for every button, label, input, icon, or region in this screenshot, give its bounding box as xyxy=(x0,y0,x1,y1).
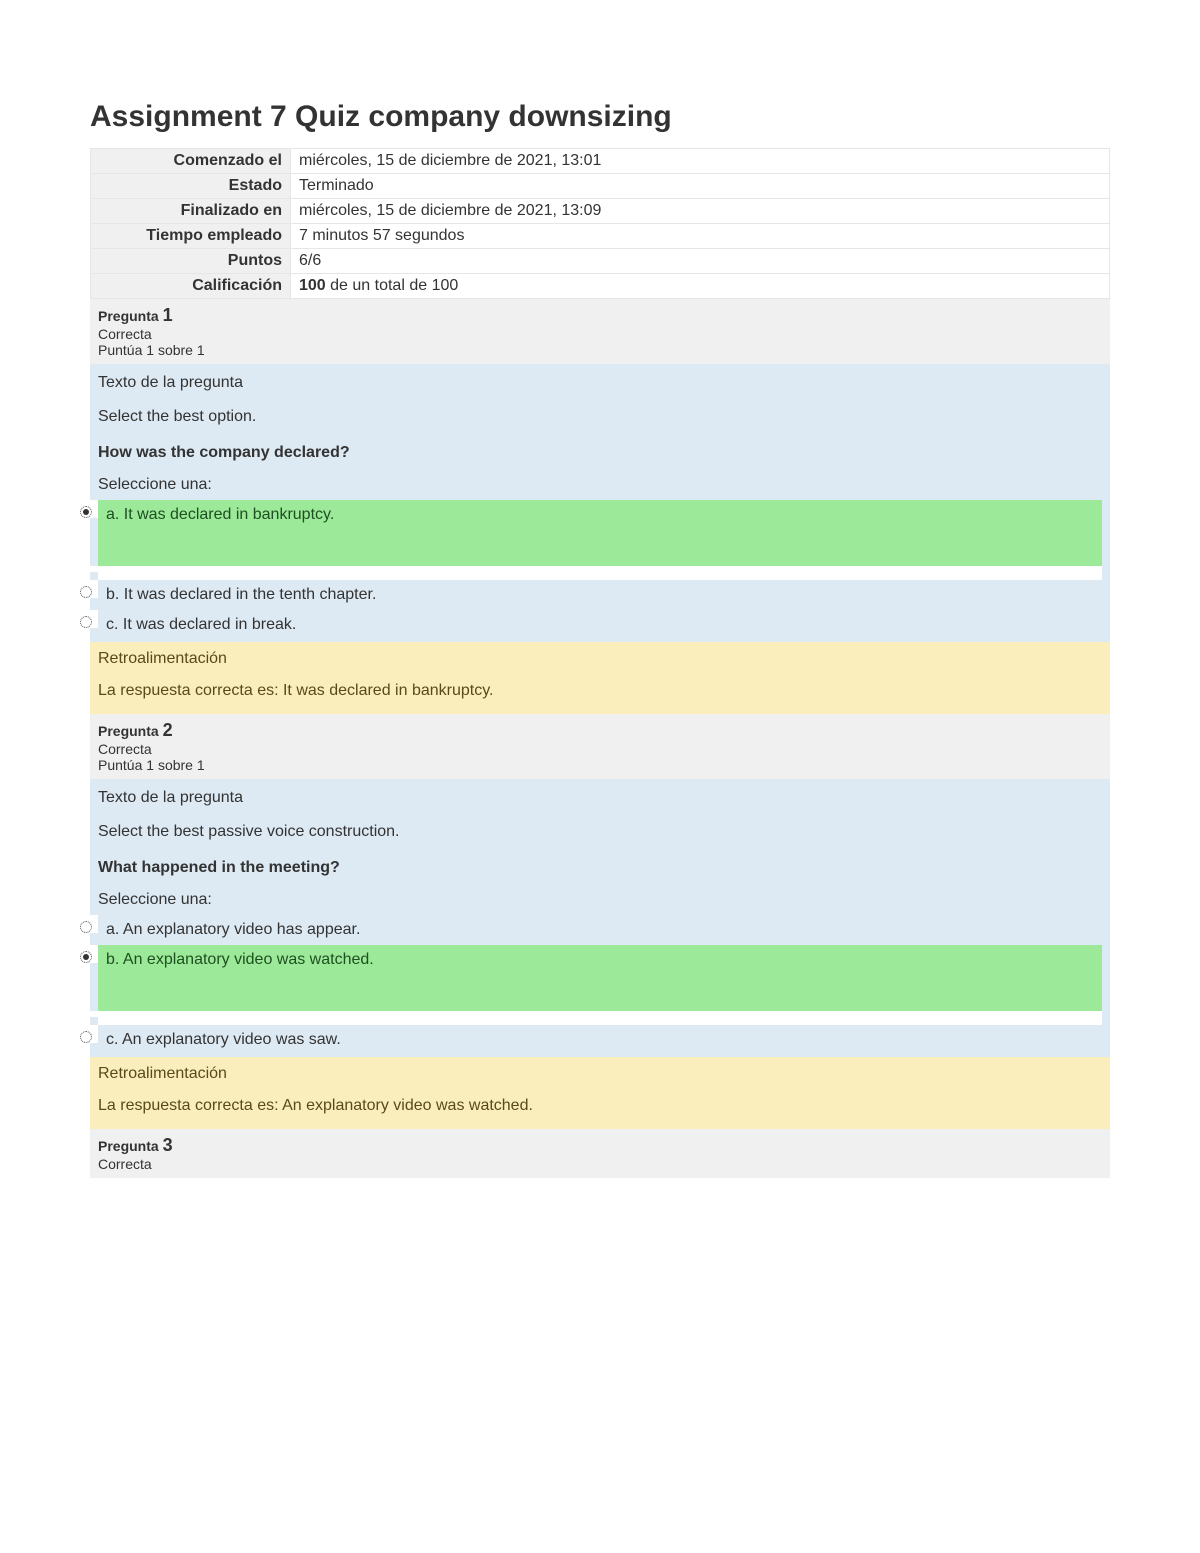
option-text[interactable]: b. An explanatory video was watched. xyxy=(98,945,1102,1011)
options-list: a. An explanatory video has appear.b. An… xyxy=(74,915,1102,1055)
feedback-label: Retroalimentación xyxy=(98,650,1102,668)
question-header: Pregunta 1CorrectaPuntúa 1 sobre 1 xyxy=(90,299,1110,364)
question-score: Puntúa 1 sobre 1 xyxy=(98,757,1102,773)
summary-value: miércoles, 15 de diciembre de 2021, 13:0… xyxy=(291,199,1110,224)
option-text[interactable]: c. It was declared in break. xyxy=(98,610,1102,640)
question-label: Pregunta xyxy=(98,723,159,739)
summary-row: EstadoTerminado xyxy=(91,174,1110,199)
page-title: Assignment 7 Quiz company downsizing xyxy=(90,100,1110,134)
feedback-correct-answer: It was declared in bankruptcy. xyxy=(283,682,493,699)
question-number: 3 xyxy=(163,1135,173,1155)
summary-value: Terminado xyxy=(291,174,1110,199)
feedback-prefix: La respuesta correcta es: xyxy=(98,1097,282,1114)
question-instruction: Select the best option. xyxy=(98,408,1102,426)
question-header: Pregunta 3Correcta xyxy=(90,1129,1110,1178)
question-text-label: Texto de la pregunta xyxy=(98,374,1102,392)
question-prompt: How was the company declared? xyxy=(98,444,1102,462)
radio-cell xyxy=(74,500,98,518)
radio-button[interactable] xyxy=(80,1031,92,1043)
option-row: c. An explanatory video was saw. xyxy=(74,1025,1102,1055)
feedback-answer: La respuesta correcta es: It was declare… xyxy=(98,682,1102,700)
question-block: Pregunta 2CorrectaPuntúa 1 sobre 1Texto … xyxy=(90,714,1110,1129)
summary-row: Calificación100 de un total de 100 xyxy=(91,274,1110,299)
question-status: Correcta xyxy=(98,326,1102,342)
summary-label: Estado xyxy=(91,174,291,199)
summary-label: Tiempo empleado xyxy=(91,224,291,249)
question-status: Correcta xyxy=(98,741,1102,757)
summary-row: Finalizado enmiércoles, 15 de diciembre … xyxy=(91,199,1110,224)
summary-value: miércoles, 15 de diciembre de 2021, 13:0… xyxy=(291,149,1110,174)
radio-cell xyxy=(74,1025,98,1043)
radio-cell xyxy=(74,915,98,933)
option-text[interactable]: b. It was declared in the tenth chapter. xyxy=(98,580,1102,610)
radio-cell xyxy=(74,610,98,628)
question-label: Pregunta xyxy=(98,308,159,324)
feedback-correct-answer: An explanatory video was watched. xyxy=(282,1097,533,1114)
options-list: a. It was declared in bankruptcy. b. It w… xyxy=(74,500,1102,640)
option-row: a. An explanatory video has appear. xyxy=(74,915,1102,945)
option-text[interactable]: c. An explanatory video was saw. xyxy=(98,1025,1102,1055)
question-body: Texto de la pregunta Select the best opti… xyxy=(90,364,1110,642)
feedback-prefix: La respuesta correcta es: xyxy=(98,682,283,699)
radio-button[interactable] xyxy=(80,921,92,933)
summary-label: Finalizado en xyxy=(91,199,291,224)
summary-row: Comenzado elmiércoles, 15 de diciembre d… xyxy=(91,149,1110,174)
feedback-block: Retroalimentación La respuesta correcta e… xyxy=(90,1057,1110,1129)
summary-row: Tiempo empleado7 minutos 57 segundos xyxy=(91,224,1110,249)
question-label: Pregunta xyxy=(98,1138,159,1154)
summary-value-rest: de un total de 100 xyxy=(326,277,459,294)
question-score: Puntúa 1 sobre 1 xyxy=(98,342,1102,358)
option-gap xyxy=(74,1011,1102,1025)
question-instruction: Select the best passive voice constructi… xyxy=(98,823,1102,841)
option-row: b. It was declared in the tenth chapter. xyxy=(74,580,1102,610)
summary-row: Puntos6/6 xyxy=(91,249,1110,274)
select-one-label: Seleccione una: xyxy=(98,891,1102,909)
question-number: 1 xyxy=(163,305,173,325)
option-row: c. It was declared in break. xyxy=(74,610,1102,640)
radio-cell xyxy=(74,945,98,963)
option-text[interactable]: a. It was declared in bankruptcy. xyxy=(98,500,1102,566)
question-prompt: What happened in the meeting? xyxy=(98,859,1102,877)
question-header: Pregunta 2CorrectaPuntúa 1 sobre 1 xyxy=(90,714,1110,779)
option-row: b. An explanatory video was watched. xyxy=(74,945,1102,1011)
feedback-block: Retroalimentación La respuesta correcta e… xyxy=(90,642,1110,714)
question-block: Pregunta 1CorrectaPuntúa 1 sobre 1Texto … xyxy=(90,299,1110,714)
summary-value: 6/6 xyxy=(291,249,1110,274)
radio-button[interactable] xyxy=(80,951,92,963)
option-text[interactable]: a. An explanatory video has appear. xyxy=(98,915,1102,945)
summary-table: Comenzado elmiércoles, 15 de diciembre d… xyxy=(90,148,1110,299)
summary-value: 100 de un total de 100 xyxy=(291,274,1110,299)
select-one-label: Seleccione una: xyxy=(98,476,1102,494)
summary-value-bold: 100 xyxy=(299,277,326,294)
question-status: Correcta xyxy=(98,1156,1102,1172)
question-block: Pregunta 3Correcta xyxy=(90,1129,1110,1178)
question-number: 2 xyxy=(163,720,173,740)
summary-label: Comenzado el xyxy=(91,149,291,174)
question-text-label: Texto de la pregunta xyxy=(98,789,1102,807)
question-body: Texto de la pregunta Select the best pass… xyxy=(90,779,1110,1057)
radio-button[interactable] xyxy=(80,506,92,518)
radio-button[interactable] xyxy=(80,586,92,598)
option-row: a. It was declared in bankruptcy. xyxy=(74,500,1102,566)
summary-label: Puntos xyxy=(91,249,291,274)
feedback-label: Retroalimentación xyxy=(98,1065,1102,1083)
summary-label: Calificación xyxy=(91,274,291,299)
radio-button[interactable] xyxy=(80,616,92,628)
radio-cell xyxy=(74,580,98,598)
summary-value: 7 minutos 57 segundos xyxy=(291,224,1110,249)
option-gap xyxy=(74,566,1102,580)
feedback-answer: La respuesta correcta es: An explanatory… xyxy=(98,1097,1102,1115)
